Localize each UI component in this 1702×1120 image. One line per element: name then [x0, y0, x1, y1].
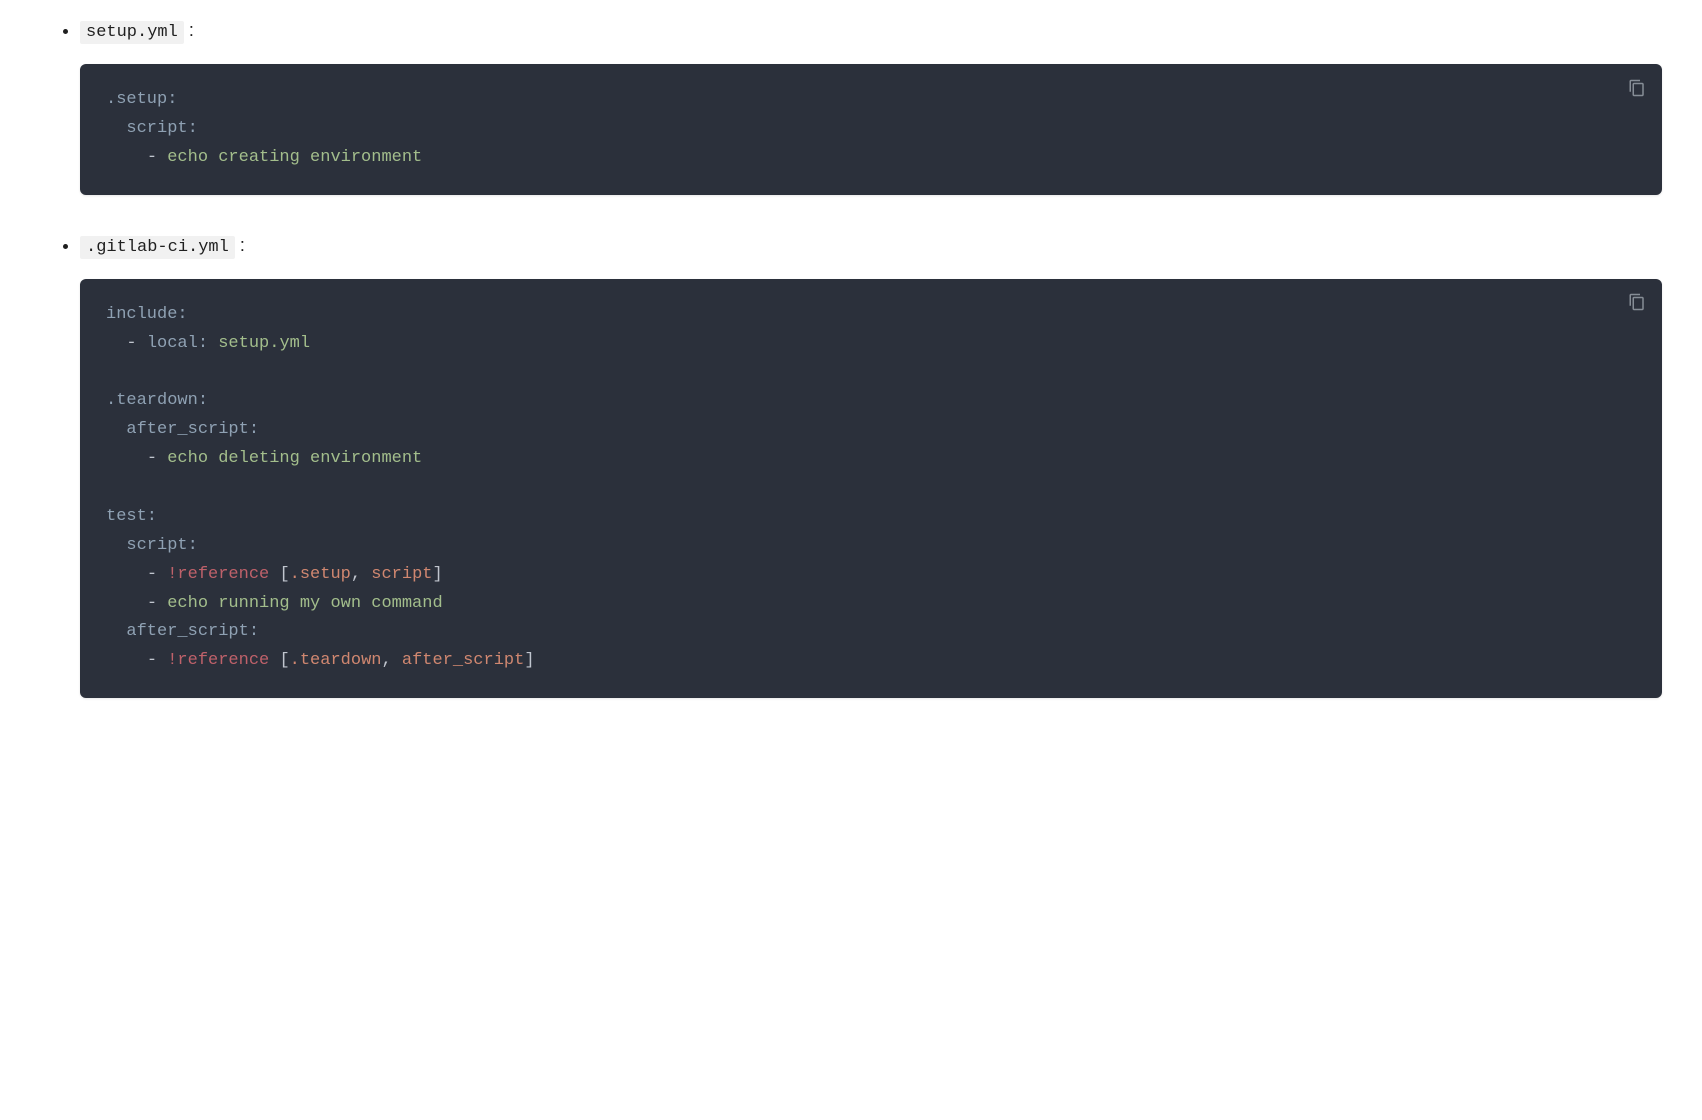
code-block: .setup: script: - echo creating environm…	[80, 64, 1662, 195]
code-token	[106, 119, 126, 138]
code-token: .teardown	[290, 651, 382, 670]
file-label-line: setup.yml :	[80, 20, 1662, 42]
code-token: echo deleting environment	[167, 449, 422, 468]
code-token: -	[147, 651, 167, 670]
file-item: .gitlab-ci.yml : include: - local: setup.…	[80, 235, 1662, 699]
code-token: .setup:	[106, 90, 177, 109]
code-token: .setup	[290, 565, 351, 584]
copy-icon[interactable]	[1626, 293, 1648, 315]
code-token: -	[147, 594, 167, 613]
code-token: script:	[126, 536, 197, 555]
code-token: setup.yml	[218, 334, 310, 353]
code-token: !reference	[167, 651, 269, 670]
code-token: ,	[381, 651, 401, 670]
code-token: echo creating environment	[167, 148, 422, 167]
code-token: include:	[106, 305, 188, 324]
code-token	[208, 334, 218, 353]
code-token: .teardown:	[106, 391, 208, 410]
code-token	[106, 334, 126, 353]
code-token: [	[269, 651, 289, 670]
code-token	[106, 565, 147, 584]
code-token: after_script:	[126, 622, 259, 641]
code-token: test:	[106, 507, 157, 526]
code-token	[106, 449, 147, 468]
code-token: -	[147, 449, 167, 468]
code-token	[106, 420, 126, 439]
code-token	[106, 651, 147, 670]
code-token: script:	[126, 119, 197, 138]
code-token: ]	[433, 565, 443, 584]
code-token	[106, 536, 126, 555]
code-token	[106, 622, 126, 641]
code-token: -	[126, 334, 146, 353]
code-content: include: - local: setup.yml .teardown: a…	[106, 301, 1636, 677]
code-token: [	[269, 565, 289, 584]
file-label-line: .gitlab-ci.yml :	[80, 235, 1662, 257]
code-token	[106, 148, 147, 167]
code-token: !reference	[167, 565, 269, 584]
code-token: echo running my own command	[167, 594, 442, 613]
filename: setup.yml	[80, 21, 184, 44]
code-token: ,	[351, 565, 371, 584]
code-token: after_script:	[126, 420, 259, 439]
code-token: -	[147, 148, 167, 167]
code-block: include: - local: setup.yml .teardown: a…	[80, 279, 1662, 699]
filename: .gitlab-ci.yml	[80, 236, 235, 259]
code-token: local:	[147, 334, 208, 353]
code-content: .setup: script: - echo creating environm…	[106, 86, 1636, 173]
code-token	[106, 594, 147, 613]
file-item: setup.yml : .setup: script: - echo creati…	[80, 20, 1662, 195]
code-token: after_script	[402, 651, 524, 670]
code-token: script	[371, 565, 432, 584]
code-token: -	[147, 565, 167, 584]
copy-icon[interactable]	[1626, 78, 1648, 100]
file-list: setup.yml : .setup: script: - echo creati…	[40, 20, 1662, 698]
code-token: ]	[524, 651, 534, 670]
